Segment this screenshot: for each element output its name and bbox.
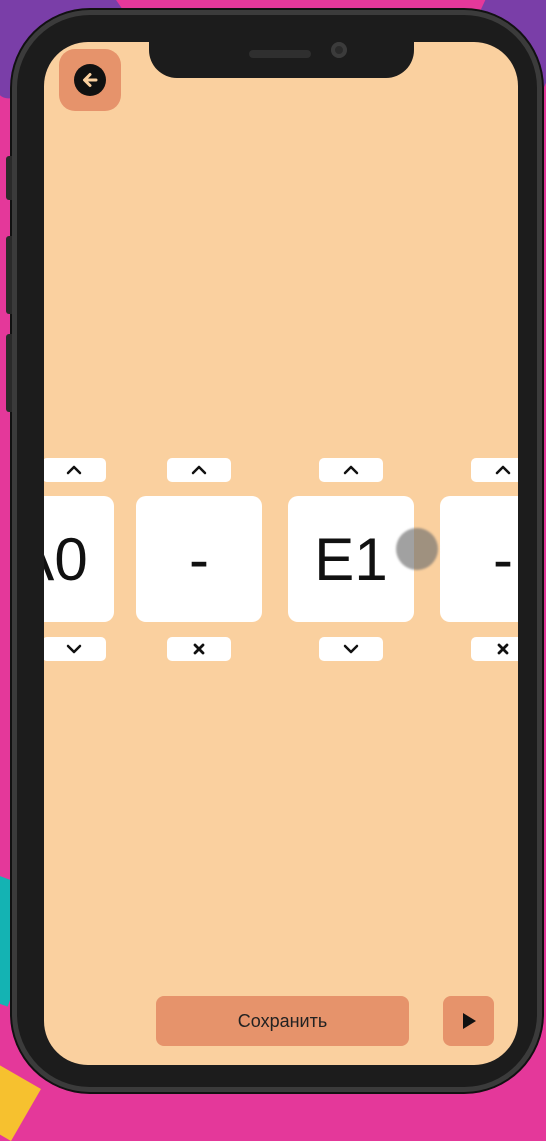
phone-side-button — [6, 236, 12, 314]
slot-value: A0 — [44, 525, 88, 593]
phone-frame: A0 - E1 — [6, 10, 542, 1092]
slot-value-card[interactable]: - — [136, 496, 262, 622]
background-shape — [0, 1059, 41, 1141]
slot-value-card[interactable]: A0 — [44, 496, 114, 622]
play-button[interactable] — [443, 996, 494, 1046]
slot-remove-button[interactable] — [167, 637, 231, 661]
slot-value: - — [189, 525, 209, 593]
save-button[interactable]: Сохранить — [156, 996, 409, 1046]
slot-down-button[interactable] — [319, 637, 383, 661]
slot-value: E1 — [314, 525, 388, 593]
slot-up-button[interactable] — [319, 458, 383, 482]
phone-side-button — [6, 156, 12, 200]
play-icon — [462, 1013, 476, 1029]
close-icon — [497, 643, 509, 655]
back-button[interactable] — [59, 49, 121, 111]
app-screen: A0 - E1 — [44, 42, 518, 1065]
slot-value-card[interactable]: E1 — [288, 496, 414, 622]
close-icon — [193, 643, 205, 655]
chevron-down-icon — [66, 644, 82, 654]
phone-side-button — [6, 334, 12, 412]
slot-up-button[interactable] — [167, 458, 231, 482]
phone-notch — [149, 42, 414, 78]
chevron-up-icon — [495, 465, 511, 475]
chevron-up-icon — [343, 465, 359, 475]
slot-down-button[interactable] — [44, 637, 106, 661]
slot-remove-button[interactable] — [471, 637, 518, 661]
slot-value: - — [493, 525, 513, 593]
slot-up-button[interactable] — [471, 458, 518, 482]
chevron-up-icon — [66, 465, 82, 475]
slot-value-card[interactable]: - — [440, 496, 518, 622]
slot-up-button[interactable] — [44, 458, 106, 482]
chevron-up-icon — [191, 465, 207, 475]
chevron-down-icon — [343, 644, 359, 654]
arrow-left-circle-icon — [74, 64, 106, 96]
